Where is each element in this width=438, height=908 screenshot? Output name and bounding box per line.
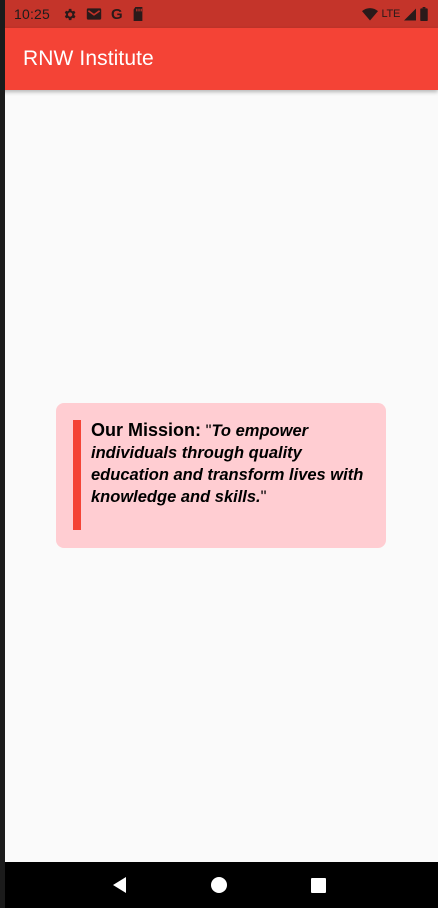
sd-card-icon — [132, 7, 144, 21]
phone-screen: 10:25 G LTE RNW Institute Our Mission: "… — [0, 0, 438, 908]
recents-icon[interactable] — [298, 865, 338, 905]
wifi-icon — [361, 7, 378, 21]
home-icon[interactable] — [199, 865, 239, 905]
battery-icon — [420, 7, 428, 21]
app-bar: RNW Institute — [0, 28, 438, 90]
mission-accent-bar — [73, 420, 81, 530]
mission-quote-close: " — [260, 488, 267, 506]
mission-quote-open: " — [201, 422, 212, 440]
signal-icon — [404, 8, 416, 21]
app-title: RNW Institute — [23, 47, 154, 70]
mission-statement: Our Mission: "To empower individuals thr… — [91, 419, 376, 508]
google-g-icon: G — [111, 5, 123, 23]
device-bezel — [0, 0, 5, 908]
status-bar: 10:25 G LTE — [0, 0, 438, 28]
notification-icons: G — [62, 6, 144, 23]
gmail-icon — [86, 7, 102, 21]
main-content: Our Mission: "To empower individuals thr… — [5, 90, 438, 862]
system-icons: LTE — [361, 7, 428, 21]
back-icon[interactable] — [100, 865, 140, 905]
mission-card: Our Mission: "To empower individuals thr… — [56, 403, 386, 548]
network-type-label: LTE — [381, 8, 401, 20]
mission-label: Our Mission: — [91, 420, 202, 440]
gear-icon — [62, 7, 77, 22]
status-time: 10:25 — [14, 6, 51, 22]
navigation-bar — [0, 862, 438, 908]
